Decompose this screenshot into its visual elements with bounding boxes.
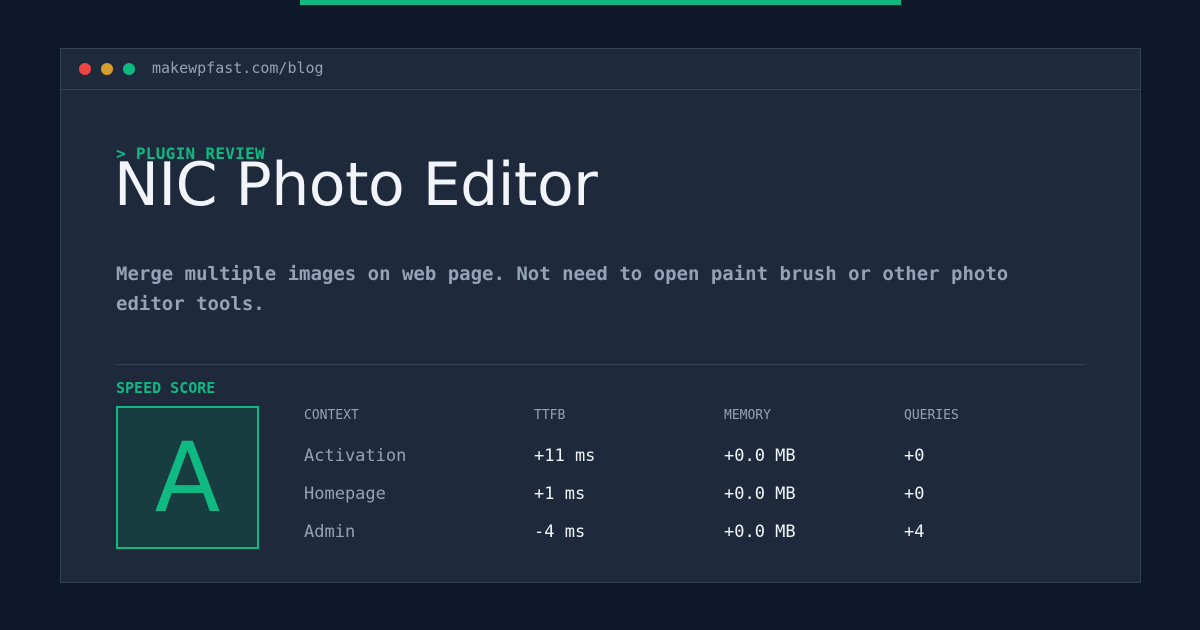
table-cell-queries: +4 [904,522,925,542]
table-cell-context: Activation [304,446,407,466]
browser-window: makewpfast.com/blog > PLUGIN REVIEW NIC … [60,48,1141,583]
column-header-queries: QUERIES [904,408,959,423]
maximize-dot-icon [123,63,135,75]
page-title: NIC Photo Editor [114,150,598,220]
window-titlebar: makewpfast.com/blog [61,49,1140,90]
table-cell-queries: +0 [904,446,925,466]
column-header-context: CONTEXT [304,408,359,423]
divider [116,364,1085,365]
accent-bar [300,0,901,5]
table-cell-context: Admin [304,522,356,542]
column-header-memory: MEMORY [724,408,771,423]
plugin-description: Merge multiple images on web page. Not n… [116,263,1009,315]
table-cell-memory: +0.0 MB [724,484,796,504]
column-header-ttfb: TTFB [534,408,566,423]
table-cell-ttfb: +11 ms [534,446,596,466]
speed-grade-letter: A [154,421,221,534]
table-cell-ttfb: +1 ms [534,484,586,504]
speed-score-label: SPEED SCORE [116,379,216,397]
speed-grade-badge: A [116,406,259,549]
close-dot-icon [79,63,91,75]
table-cell-memory: +0.0 MB [724,522,796,542]
table-cell-memory: +0.0 MB [724,446,796,466]
table-cell-ttfb: -4 ms [534,522,586,542]
minimize-dot-icon [101,63,113,75]
address-url: makewpfast.com/blog [152,59,324,77]
table-cell-context: Homepage [304,484,386,504]
table-cell-queries: +0 [904,484,925,504]
